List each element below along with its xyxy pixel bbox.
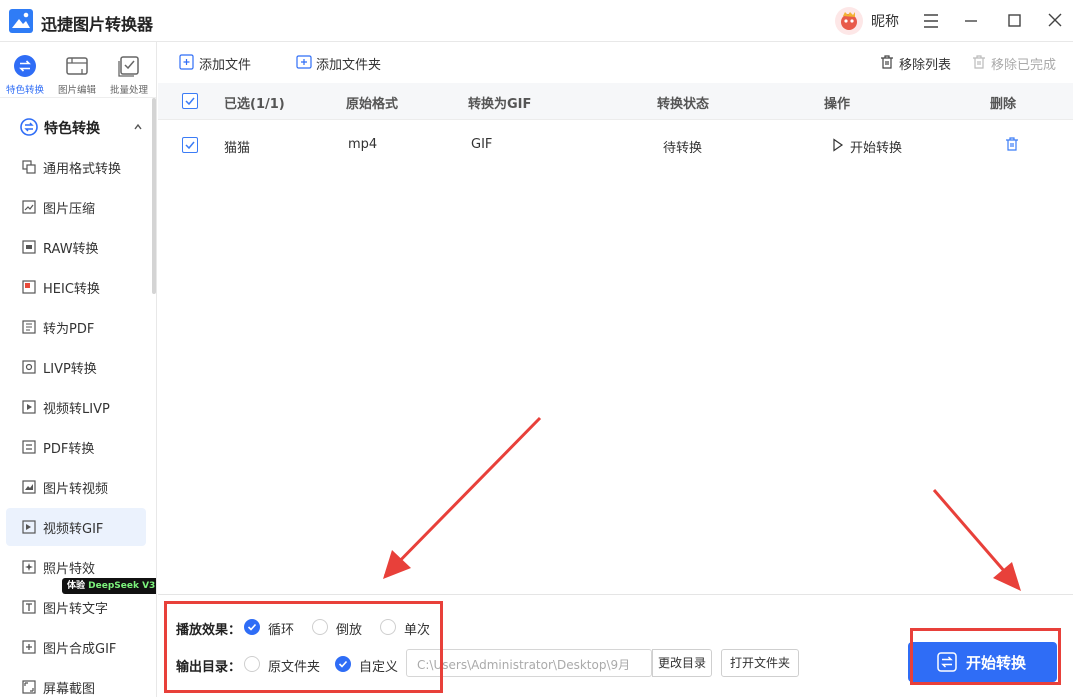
- sidebar-item-label: PDF转换: [43, 442, 95, 457]
- output-path-value: C:\Users\Administrator\Desktop\9月: [417, 658, 631, 672]
- screenshot-icon: [22, 680, 36, 694]
- sidebar-item-pdf-convert[interactable]: PDF转换: [6, 428, 146, 466]
- tab-label: 图片编辑: [57, 85, 96, 96]
- pdf-icon: [22, 320, 36, 334]
- annotation-start-box: [910, 628, 1061, 685]
- annotation-arrowhead-left: [383, 550, 411, 579]
- tab-feature-convert[interactable]: 特色转换: [0, 54, 50, 96]
- image-video-icon: [22, 480, 36, 494]
- target-format[interactable]: GIF: [471, 137, 492, 152]
- tab-batch[interactable]: 批量处理: [104, 54, 154, 96]
- sidebar-item-livp[interactable]: LIVP转换: [6, 348, 146, 386]
- trash-icon: [879, 54, 895, 70]
- sidebar-item-format-convert[interactable]: 通用格式转换: [6, 148, 146, 186]
- maximize-icon[interactable]: [1001, 8, 1027, 34]
- sidebar-item-label: 通用格式转换: [43, 162, 122, 177]
- change-dir-button[interactable]: 更改目录: [652, 649, 712, 677]
- sidebar-item-video-livp[interactable]: 视频转LIVP: [6, 388, 146, 426]
- photo-effect-icon: [22, 560, 36, 574]
- sidebar-item-label: 视频转GIF: [43, 522, 104, 537]
- avatar[interactable]: [835, 7, 863, 35]
- header-delete: 删除: [990, 97, 1017, 112]
- header-format: 原始格式: [346, 97, 399, 112]
- sidebar-item-label: 图片压缩: [43, 202, 96, 217]
- sidebar-item-label: HEIC转换: [43, 282, 100, 297]
- sidebar-item-label: 图片合成GIF: [43, 642, 117, 657]
- convert-status: 待转换: [663, 141, 703, 156]
- header-status: 转换状态: [657, 97, 710, 112]
- badge-text: DeepSeek V3: [88, 581, 156, 591]
- sidebar-item-gif-compose[interactable]: 图片合成GIF: [6, 628, 146, 666]
- format-convert-icon: [22, 160, 36, 174]
- minimize-icon[interactable]: [958, 8, 984, 34]
- batch-icon: [117, 54, 141, 78]
- row-checkbox[interactable]: [182, 137, 198, 153]
- mode-tabs: 特色转换 图片编辑 批量处理: [0, 42, 156, 98]
- annotation-options-box: [164, 601, 443, 693]
- tab-label: 特色转换: [5, 85, 44, 96]
- title-bar: 迅捷图片转换器 昵称: [0, 0, 1073, 42]
- app-logo: [9, 9, 33, 33]
- menu-icon[interactable]: [918, 8, 944, 34]
- sidebar-item-video-gif[interactable]: 视频转GIF: [6, 508, 146, 546]
- pdf-convert-icon: [22, 440, 36, 454]
- sidebar-item-label: 屏幕截图: [43, 682, 96, 697]
- sidebar-item-compress[interactable]: 图片压缩: [6, 188, 146, 226]
- sidebar-item-to-pdf[interactable]: 转为PDF: [6, 308, 146, 346]
- image-edit-icon: [65, 54, 89, 78]
- swap-icon: [20, 118, 38, 136]
- compress-icon: [22, 200, 36, 214]
- select-all-checkbox[interactable]: [182, 93, 198, 109]
- tab-label: 批量处理: [109, 85, 148, 96]
- close-icon[interactable]: [1042, 8, 1068, 34]
- sidebar: 特色转换 图片编辑 批量处理 特色转换 通用格式转换 图片压缩 RAW转换 HE…: [0, 42, 157, 697]
- annotation-arrow-right: [932, 489, 1020, 588]
- add-folder-icon: [296, 54, 312, 70]
- file-format: mp4: [348, 137, 378, 152]
- ocr-icon: [22, 600, 36, 614]
- play-icon: [833, 138, 844, 152]
- sidebar-item-label: 图片转文字: [43, 602, 109, 617]
- open-folder-button[interactable]: 打开文件夹: [721, 649, 799, 677]
- add-file-icon: [179, 54, 195, 70]
- nickname[interactable]: 昵称: [871, 11, 899, 31]
- trash-icon: [971, 54, 987, 70]
- video-livp-icon: [22, 400, 36, 414]
- badge-prefix: 体验: [67, 581, 86, 591]
- table-row[interactable]: 猫猫 mp4 GIF 待转换 开始转换: [158, 122, 1073, 168]
- file-name: 猫猫: [224, 141, 251, 156]
- sidebar-item-label: RAW转换: [43, 242, 99, 257]
- sidebar-item-heic[interactable]: HEIC转换: [6, 268, 146, 306]
- sidebar-scrollbar[interactable]: [152, 98, 156, 294]
- header-selected: 已选(1/1): [224, 97, 285, 112]
- sidebar-item-raw[interactable]: RAW转换: [6, 228, 146, 266]
- table-header: 已选(1/1) 原始格式 转换为GIF 转换状态 操作 删除: [158, 83, 1073, 120]
- raw-icon: [22, 240, 36, 254]
- gif-compose-icon: [22, 640, 36, 654]
- livp-icon: [22, 360, 36, 374]
- video-gif-icon: [22, 520, 36, 534]
- header-target: 转换为GIF: [468, 97, 532, 112]
- section-feature-convert[interactable]: 特色转换: [0, 107, 152, 147]
- sidebar-item-image-video[interactable]: 图片转视频: [6, 468, 146, 506]
- tab-image-edit[interactable]: 图片编辑: [52, 54, 102, 96]
- sidebar-item-label: 转为PDF: [43, 322, 95, 337]
- chevron-up-icon: [133, 121, 143, 131]
- sidebar-item-screenshot[interactable]: 屏幕截图: [6, 668, 146, 697]
- annotation-arrowhead-right: [993, 562, 1021, 591]
- annotation-arrow-left: [383, 416, 542, 578]
- sidebar-item-label: 照片特效: [43, 562, 96, 577]
- section-title: 特色转换: [44, 121, 100, 137]
- sidebar-item-label: 视频转LIVP: [43, 402, 110, 417]
- swap-icon: [13, 54, 37, 78]
- header-action: 操作: [824, 97, 851, 112]
- app-title: 迅捷图片转换器: [41, 15, 154, 34]
- heic-icon: [22, 280, 36, 294]
- sidebar-item-label: 图片转视频: [43, 482, 109, 497]
- deepseek-badge[interactable]: 体验 DeepSeek V3: [62, 578, 156, 594]
- row-delete-icon[interactable]: [1004, 136, 1020, 152]
- sidebar-item-label: LIVP转换: [43, 362, 97, 377]
